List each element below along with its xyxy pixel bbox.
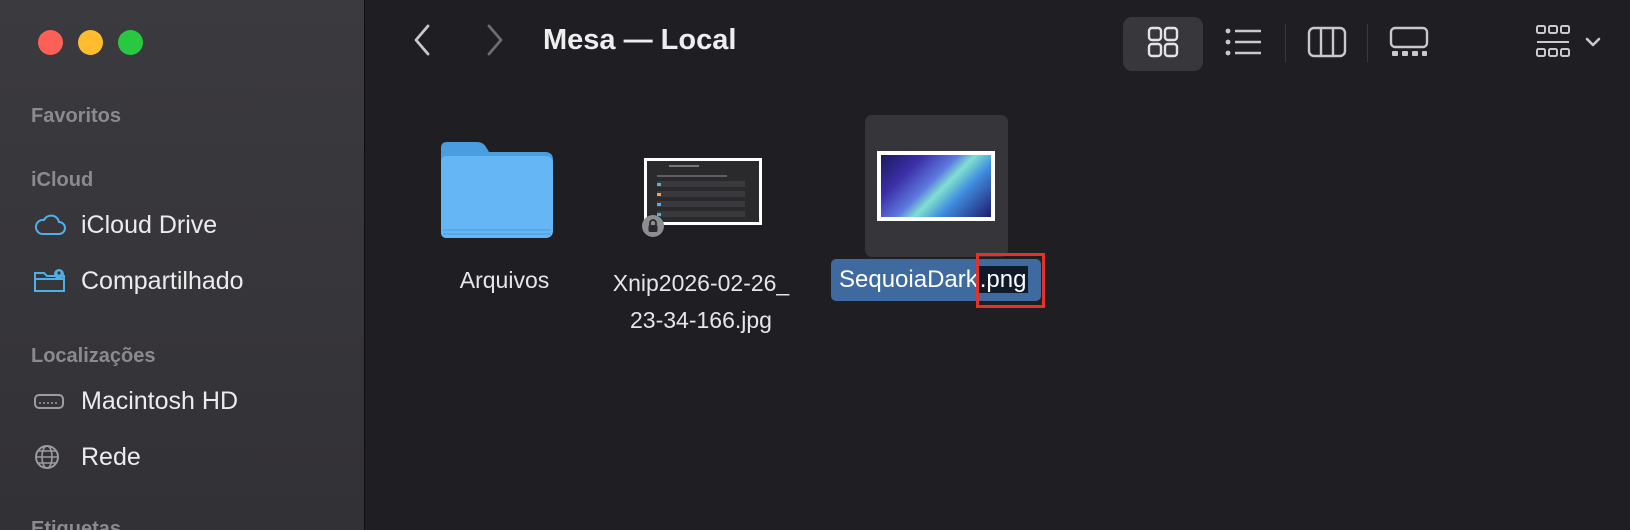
list-view-button[interactable]: [1204, 17, 1284, 71]
finder-window: Favoritos iCloud iCloud Drive Compartilh…: [0, 0, 1630, 530]
chevron-left-icon: [412, 23, 432, 62]
window-title: Mesa — Local: [543, 24, 737, 56]
sidebar-item-label: iCloud Drive: [81, 210, 218, 239]
file-name: Arquivos: [459, 267, 550, 293]
group-by-icon: [1535, 24, 1605, 65]
icon-view-button[interactable]: [1123, 17, 1203, 71]
hard-drive-icon: [33, 386, 69, 416]
group-by-button[interactable]: [1520, 17, 1620, 71]
file-name-line1: Xnip2026-02-26_: [612, 270, 790, 296]
cloud-icon: [33, 210, 69, 240]
sidebar-section-locations: Localizações: [31, 345, 156, 367]
forward-button[interactable]: [475, 22, 515, 62]
sidebar-item-label: Rede: [81, 442, 141, 471]
close-button[interactable]: [38, 30, 63, 55]
folder-icon: [420, 130, 572, 244]
globe-icon: [33, 442, 69, 472]
image-thumbnail: [644, 158, 762, 225]
image-thumbnail: [881, 155, 991, 217]
sidebar: Favoritos iCloud iCloud Drive Compartilh…: [0, 0, 365, 530]
shared-folder-icon: [33, 266, 69, 296]
sidebar-item-macintosh-hd[interactable]: Macintosh HD: [33, 384, 238, 418]
toolbar-divider: [1367, 24, 1368, 62]
maximize-button[interactable]: [118, 30, 143, 55]
chevron-right-icon: [485, 23, 505, 62]
sidebar-section-favorites: Favoritos: [31, 105, 122, 127]
back-button[interactable]: [402, 22, 442, 62]
sidebar-section-icloud: iCloud: [31, 169, 94, 191]
column-view-button[interactable]: [1287, 17, 1367, 71]
list-view-icon: [1225, 28, 1263, 61]
sidebar-item-label: Macintosh HD: [81, 386, 238, 415]
sidebar-section-tags: Etiquetas: [31, 518, 122, 530]
gallery-view-button[interactable]: [1369, 17, 1449, 71]
toolbar-divider: [1285, 24, 1286, 62]
sidebar-item-icloud-drive[interactable]: iCloud Drive: [33, 208, 217, 242]
sidebar-item-label: Compartilhado: [81, 266, 244, 295]
minimize-button[interactable]: [78, 30, 103, 55]
rename-input-base: SequoiaDark: [839, 266, 978, 293]
gallery-view-icon: [1389, 26, 1429, 63]
file-item-folder[interactable]: Arquivos: [420, 130, 572, 299]
column-view-icon: [1307, 26, 1347, 63]
icon-view-icon: [1147, 26, 1179, 63]
annotation-highlight: [976, 253, 1045, 308]
file-name-line2: 23-34-166.jpg: [630, 307, 772, 333]
lock-icon: [642, 215, 664, 237]
file-item-sequoiadark[interactable]: [877, 151, 995, 221]
window-controls: [38, 30, 143, 55]
sidebar-item-compartilhado[interactable]: Compartilhado: [33, 264, 244, 298]
sidebar-item-rede[interactable]: Rede: [33, 440, 141, 474]
